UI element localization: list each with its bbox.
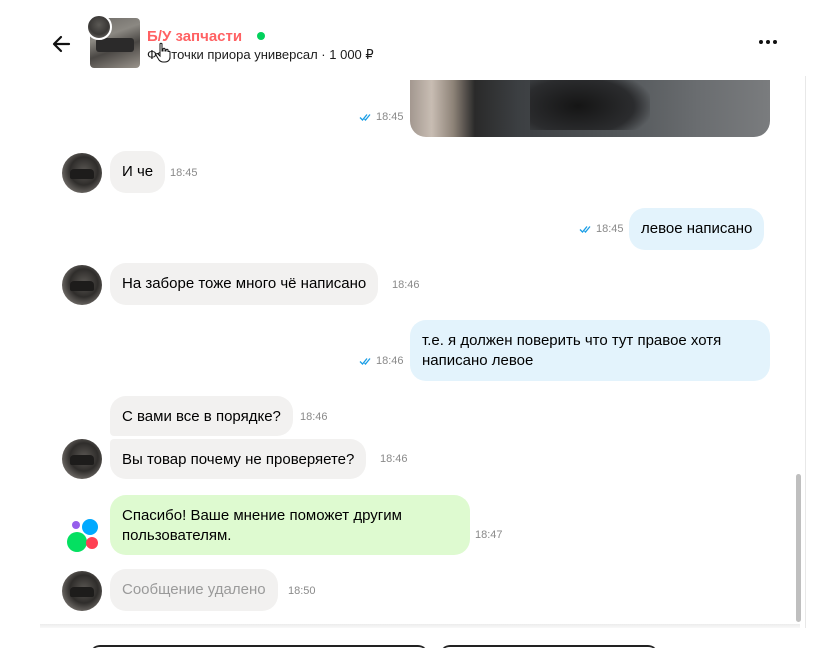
seller-avatar[interactable]: [62, 571, 102, 611]
double-check-icon: [359, 114, 371, 121]
more-dots-icon[interactable]: [756, 32, 780, 52]
seller-avatar[interactable]: [86, 14, 112, 40]
message-time: 18:46: [392, 279, 420, 291]
seller-avatar[interactable]: [62, 153, 102, 193]
message-bubble-outgoing: левое написано: [629, 208, 765, 250]
message-bubble-incoming: На заборе тоже много чё написано: [110, 263, 379, 305]
seller-avatar[interactable]: [62, 439, 102, 479]
message-time: 18:46: [380, 453, 408, 465]
message-bubble-outgoing: т.е. я должен поверить что тут правое хо…: [410, 320, 770, 381]
message-list: 18:45 И че 18:45 18:45 левое написано На…: [0, 0, 790, 628]
double-check-icon: [579, 226, 591, 233]
message-time: 18:46: [300, 411, 328, 423]
message-bubble-incoming: Вы товар почему не проверяете?: [110, 439, 367, 479]
message-time: 18:47: [475, 529, 503, 541]
item-title-price[interactable]: Фонточки приора универсал · 1 000 ₽: [147, 47, 374, 63]
message-bubble-incoming: С вами все в порядке?: [110, 396, 293, 436]
message-time: 18:45: [170, 167, 198, 179]
system-message-bubble: Спасибо! Ваше мнение поможет другим поль…: [110, 495, 470, 555]
arrow-left-icon[interactable]: [48, 30, 76, 58]
message-time: 18:45: [596, 223, 624, 235]
online-status-dot: [257, 32, 265, 40]
message-bubble-incoming: И че: [110, 151, 166, 193]
scrollbar-divider: [805, 76, 806, 628]
message-time: 18:46: [376, 355, 404, 367]
double-check-icon: [359, 358, 371, 365]
deleted-message-bubble: Сообщение удалено: [110, 569, 278, 611]
avito-logo-icon: [67, 519, 98, 552]
message-time: 18:45: [376, 111, 404, 123]
message-time: 18:50: [288, 585, 316, 597]
scrollbar-thumb[interactable]: [796, 474, 801, 622]
seller-avatar[interactable]: [62, 265, 102, 305]
hand-cursor-icon: [155, 42, 171, 63]
chat-header: Б/У запчасти Фонточки приора универсал ·…: [0, 0, 790, 80]
